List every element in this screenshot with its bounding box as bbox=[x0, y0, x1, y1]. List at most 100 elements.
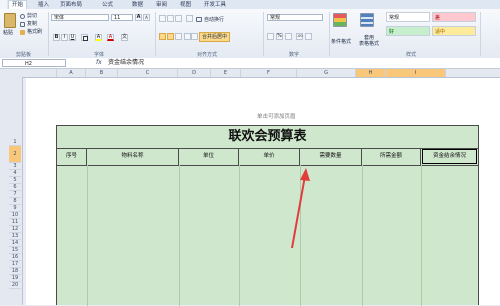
format-as-table-button[interactable]: 套用 表格格式 bbox=[359, 35, 379, 47]
merge-center-button[interactable]: 合并后居中 bbox=[199, 32, 231, 42]
percent-button[interactable]: % bbox=[276, 33, 283, 40]
style-bad[interactable]: 差 bbox=[432, 12, 476, 22]
font-group-label: 字体 bbox=[94, 52, 105, 58]
align-center-button[interactable] bbox=[167, 33, 174, 40]
currency-button[interactable] bbox=[267, 33, 274, 40]
increase-decimal-button[interactable]: .00 bbox=[296, 33, 303, 40]
number-format-combo[interactable]: 常规 bbox=[267, 14, 323, 21]
grid-line bbox=[362, 165, 363, 306]
tab-data[interactable]: 数据 bbox=[132, 1, 143, 9]
header-cell-selected[interactable]: 资金结余情况 bbox=[421, 148, 478, 165]
column-header[interactable]: A bbox=[57, 69, 86, 77]
paste-icon[interactable] bbox=[4, 13, 16, 28]
row-header[interactable]: 4 bbox=[9, 170, 21, 177]
fill-color-button[interactable]: A bbox=[95, 34, 102, 41]
column-header[interactable]: F bbox=[241, 69, 297, 77]
tab-view[interactable]: 视图 bbox=[180, 1, 191, 9]
font-name-combo[interactable]: 宋体 bbox=[51, 14, 109, 21]
tab-insert[interactable]: 插入 bbox=[38, 1, 49, 9]
row-header[interactable]: 18 bbox=[9, 268, 21, 275]
align-right-button[interactable] bbox=[175, 33, 182, 40]
conditional-format-button[interactable]: 条件格式 bbox=[331, 39, 351, 45]
decrease-indent-button[interactable] bbox=[184, 33, 191, 40]
header-cell[interactable]: 单价 bbox=[239, 148, 300, 165]
row-header[interactable]: 16 bbox=[9, 254, 21, 261]
increase-indent-button[interactable] bbox=[191, 33, 198, 40]
row-header[interactable]: 10 bbox=[9, 212, 21, 219]
comma-button[interactable] bbox=[285, 33, 292, 40]
paste-button[interactable]: 粘贴 bbox=[3, 30, 13, 36]
format-painter-button[interactable]: 格式刷 bbox=[27, 29, 42, 35]
formula-input[interactable]: 资金结余情况 bbox=[108, 59, 144, 67]
row-header[interactable]: 1 bbox=[9, 139, 21, 146]
grow-font-button[interactable]: A bbox=[135, 14, 142, 21]
tab-formulas[interactable]: 公式 bbox=[102, 1, 113, 9]
row-header-selected[interactable]: 2 bbox=[9, 146, 21, 163]
column-header-selected[interactable]: H bbox=[356, 69, 386, 77]
orientation-button[interactable] bbox=[186, 15, 193, 22]
align-top-button[interactable] bbox=[159, 15, 166, 22]
grid-line bbox=[239, 165, 240, 306]
row-header[interactable]: 8 bbox=[9, 198, 21, 205]
borders-button[interactable] bbox=[81, 34, 88, 41]
bold-button[interactable]: B bbox=[53, 34, 60, 41]
underline-button[interactable]: U bbox=[69, 34, 76, 41]
header-cell[interactable]: 需要数量 bbox=[300, 148, 362, 165]
row-header[interactable]: 7 bbox=[9, 191, 21, 198]
office-button[interactable] bbox=[0, 0, 7, 9]
row-header[interactable]: 17 bbox=[9, 261, 21, 268]
row-header[interactable]: 5 bbox=[9, 177, 21, 184]
header-cell[interactable]: 物料名称 bbox=[87, 148, 179, 165]
shrink-font-button[interactable]: A bbox=[143, 14, 150, 21]
wrap-text-icon bbox=[196, 17, 202, 22]
style-good[interactable]: 好 bbox=[386, 26, 430, 36]
row-header[interactable]: 15 bbox=[9, 247, 21, 254]
column-header[interactable]: C bbox=[118, 69, 178, 77]
name-box[interactable]: H2 bbox=[2, 59, 66, 67]
copy-button[interactable]: 复制 bbox=[27, 21, 37, 27]
align-bottom-button[interactable] bbox=[175, 15, 182, 22]
row-header[interactable]: 6 bbox=[9, 184, 21, 191]
row-header[interactable]: 3 bbox=[9, 163, 21, 170]
copy-icon[interactable] bbox=[20, 22, 25, 27]
row-header[interactable]: 19 bbox=[9, 275, 21, 282]
row-header[interactable]: 14 bbox=[9, 240, 21, 247]
align-left-button[interactable] bbox=[159, 33, 166, 40]
row-header[interactable]: 12 bbox=[9, 226, 21, 233]
tab-developer[interactable]: 开发工具 bbox=[204, 1, 226, 9]
column-header[interactable]: E bbox=[211, 69, 241, 77]
cut-icon[interactable] bbox=[20, 14, 25, 19]
column-header[interactable]: D bbox=[178, 69, 211, 77]
column-header[interactable]: G bbox=[297, 69, 356, 77]
conditional-format-icon[interactable] bbox=[333, 13, 347, 27]
header-cell[interactable]: 单位 bbox=[179, 148, 239, 165]
select-all-corner[interactable] bbox=[0, 69, 57, 77]
style-normal[interactable]: 常规 bbox=[386, 12, 430, 22]
format-painter-icon[interactable] bbox=[20, 30, 25, 35]
column-header[interactable]: B bbox=[86, 69, 118, 77]
format-as-table-icon[interactable] bbox=[360, 13, 374, 27]
font-size-combo[interactable]: 11 bbox=[111, 14, 133, 21]
cut-button[interactable]: 剪切 bbox=[27, 13, 37, 19]
row-header[interactable]: 13 bbox=[9, 233, 21, 240]
fx-icon[interactable]: fx bbox=[96, 59, 102, 66]
italic-button[interactable]: I bbox=[61, 34, 68, 41]
align-middle-button[interactable] bbox=[167, 15, 174, 22]
decrease-decimal-button[interactable] bbox=[305, 33, 312, 40]
phonetic-button[interactable]: 文 bbox=[121, 34, 128, 41]
font-color-button[interactable]: A bbox=[107, 34, 114, 41]
style-neutral[interactable]: 适中 bbox=[432, 26, 476, 36]
row-header[interactable]: 9 bbox=[9, 205, 21, 212]
tab-review[interactable]: 审阅 bbox=[156, 1, 167, 9]
page-header-hint[interactable]: 单击可添加页眉 bbox=[257, 112, 296, 120]
row-header[interactable]: 11 bbox=[9, 219, 21, 226]
sheet-title[interactable]: 联欢会预算表 bbox=[57, 126, 478, 149]
header-cell[interactable]: 所需金额 bbox=[362, 148, 421, 165]
header-cell[interactable]: 序号 bbox=[57, 148, 87, 165]
tab-page-layout[interactable]: 页面布局 bbox=[60, 1, 82, 9]
alignment-group-label: 对齐方式 bbox=[197, 52, 218, 58]
number-group-label: 数字 bbox=[289, 52, 300, 58]
row-header[interactable]: 20 bbox=[9, 282, 21, 289]
wrap-text-button[interactable]: 自动换行 bbox=[204, 17, 224, 23]
column-header-selected[interactable]: I bbox=[386, 69, 446, 77]
